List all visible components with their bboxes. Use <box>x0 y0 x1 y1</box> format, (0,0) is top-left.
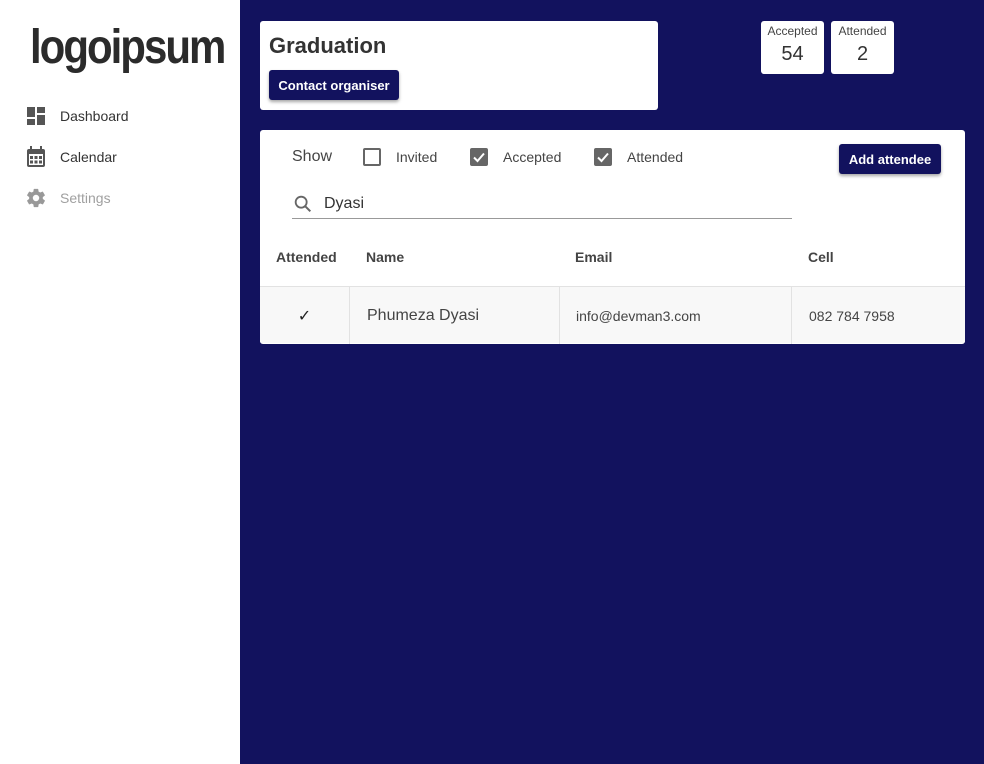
accepted-checkbox[interactable]: Accepted <box>470 148 561 166</box>
search-field[interactable] <box>292 190 792 219</box>
attended-stat-card: Attended 2 <box>831 21 894 74</box>
sidebar: logoipsum Dashboard Calendar Settings <box>0 0 240 764</box>
sidebar-item-settings[interactable]: Settings <box>24 186 111 210</box>
search-input[interactable] <box>324 195 764 213</box>
add-attendee-button[interactable]: Add attendee <box>839 144 941 174</box>
column-header-cell: Cell <box>808 249 834 265</box>
stat-value: 2 <box>856 43 869 65</box>
checkbox-label: Invited <box>396 149 438 165</box>
checkbox-label: Attended <box>627 149 684 165</box>
event-card: Graduation Contact organiser <box>260 21 658 110</box>
stat-label: Accepted <box>767 24 818 38</box>
attendee-panel: Show Invited Accepted Attended Add atten… <box>260 130 965 344</box>
calendar-icon <box>24 145 48 169</box>
check-icon <box>473 152 485 163</box>
cell-number-cell: 082 784 7958 <box>791 287 965 344</box>
contact-organiser-button[interactable]: Contact organiser <box>269 70 399 100</box>
sidebar-item-label: Calendar <box>60 149 117 165</box>
logo: logoipsum <box>22 8 226 86</box>
sidebar-item-dashboard[interactable]: Dashboard <box>24 104 129 128</box>
attended-cell: ✓ <box>297 307 312 325</box>
page-title: Graduation <box>269 33 387 58</box>
checkbox-box[interactable] <box>470 148 488 166</box>
sidebar-item-calendar[interactable]: Calendar <box>24 145 117 169</box>
column-header-email: Email <box>575 249 613 265</box>
check-icon <box>597 152 609 163</box>
accepted-stat-card: Accepted 54 <box>761 21 824 74</box>
sidebar-item-label: Settings <box>60 190 111 206</box>
checkbox-box[interactable] <box>363 148 381 166</box>
show-label: Show <box>292 148 333 165</box>
column-header-attended: Attended <box>276 249 337 265</box>
search-icon <box>294 195 312 213</box>
checkbox-label: Accepted <box>503 149 562 165</box>
attended-checkbox[interactable]: Attended <box>594 148 683 166</box>
gear-icon <box>24 186 48 210</box>
column-header-name: Name <box>366 249 405 265</box>
stat-label: Attended <box>838 24 887 38</box>
checkbox-box[interactable] <box>594 148 612 166</box>
logo-text: logoipsum <box>30 19 226 74</box>
table-row[interactable]: ✓ Phumeza Dyasi info@devman3.com 082 784… <box>260 286 965 344</box>
stat-value: 54 <box>781 43 804 65</box>
name-cell: Phumeza Dyasi <box>349 287 559 344</box>
sidebar-item-label: Dashboard <box>60 108 129 124</box>
dashboard-icon <box>24 104 48 128</box>
invited-checkbox[interactable]: Invited <box>363 148 437 166</box>
email-cell: info@devman3.com <box>559 287 791 344</box>
